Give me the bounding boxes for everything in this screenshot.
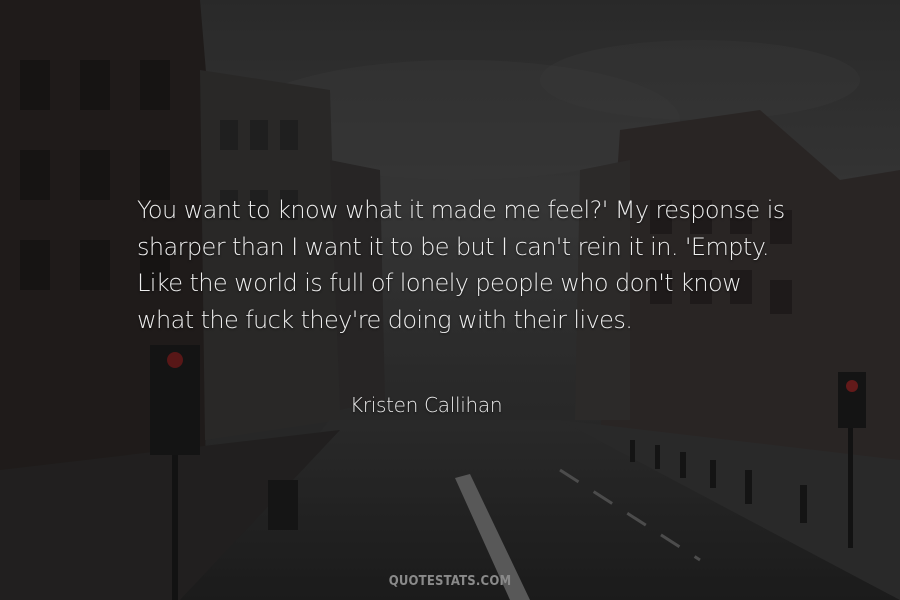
watermark: QUOTESTATS.COM	[388, 574, 512, 589]
quote-text: You want to know what it made me feel?' …	[137, 196, 785, 334]
quote-author: Kristen Callihan	[350, 393, 503, 417]
